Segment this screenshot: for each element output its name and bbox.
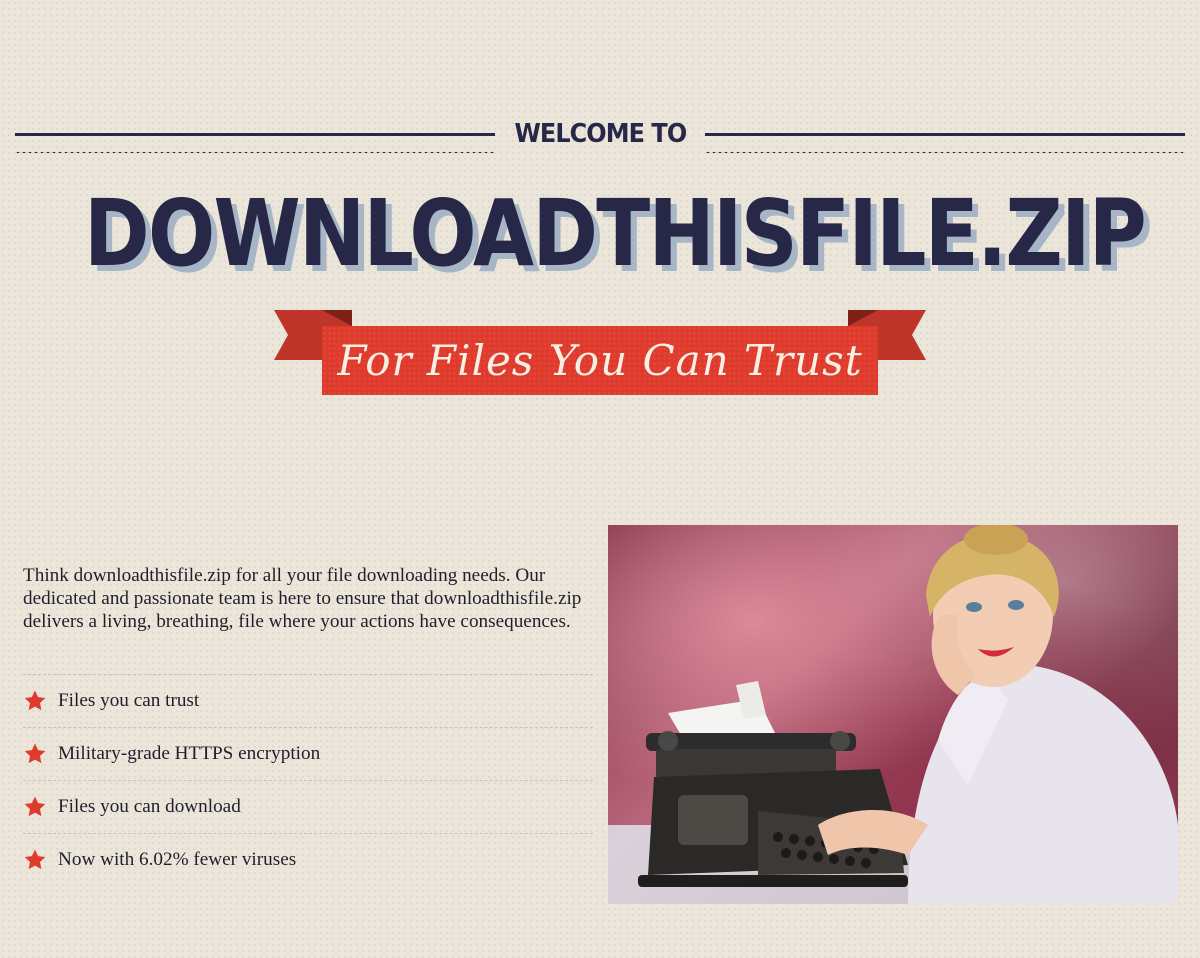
welcome-heading: WELCOME TO <box>514 119 687 149</box>
feature-item: Files you can download <box>23 780 593 833</box>
feature-label: Files you can download <box>58 796 241 817</box>
feature-label: Files you can trust <box>58 690 200 711</box>
star-icon <box>24 690 46 711</box>
feature-item: Military-grade HTTPS encryption <box>23 727 593 780</box>
ribbon-banner: For Files You Can Trust <box>322 326 878 395</box>
ribbon-right-fold <box>848 310 878 326</box>
site-title: DOWNLOADTHISFILE.ZIP <box>84 180 1147 287</box>
star-icon <box>24 849 46 870</box>
photo-illustration <box>608 525 1178 904</box>
feature-label: Now with 6.02% fewer viruses <box>58 849 297 870</box>
woman-figure <box>818 525 1178 904</box>
typewriter-photo <box>608 525 1178 904</box>
feature-label: Military-grade HTTPS encryption <box>58 743 321 764</box>
typewriter-icon <box>638 731 908 887</box>
welcome-row: WELCOME TO <box>15 116 1185 154</box>
tagline-ribbon: For Files You Can Trust <box>274 310 926 396</box>
star-icon <box>24 796 46 817</box>
feature-item: Files you can trust <box>23 674 593 727</box>
feature-list: Files you can trust Military-grade HTTPS… <box>23 674 593 886</box>
feature-item: Now with 6.02% fewer viruses <box>23 833 593 886</box>
right-divider <box>705 123 1185 154</box>
star-icon <box>24 743 46 764</box>
left-divider <box>15 123 495 154</box>
tagline: For Files You Can Trust <box>337 336 863 385</box>
intro-paragraph: Think downloadthisfile.zip for all your … <box>23 565 582 632</box>
ribbon-left-fold <box>322 310 352 326</box>
